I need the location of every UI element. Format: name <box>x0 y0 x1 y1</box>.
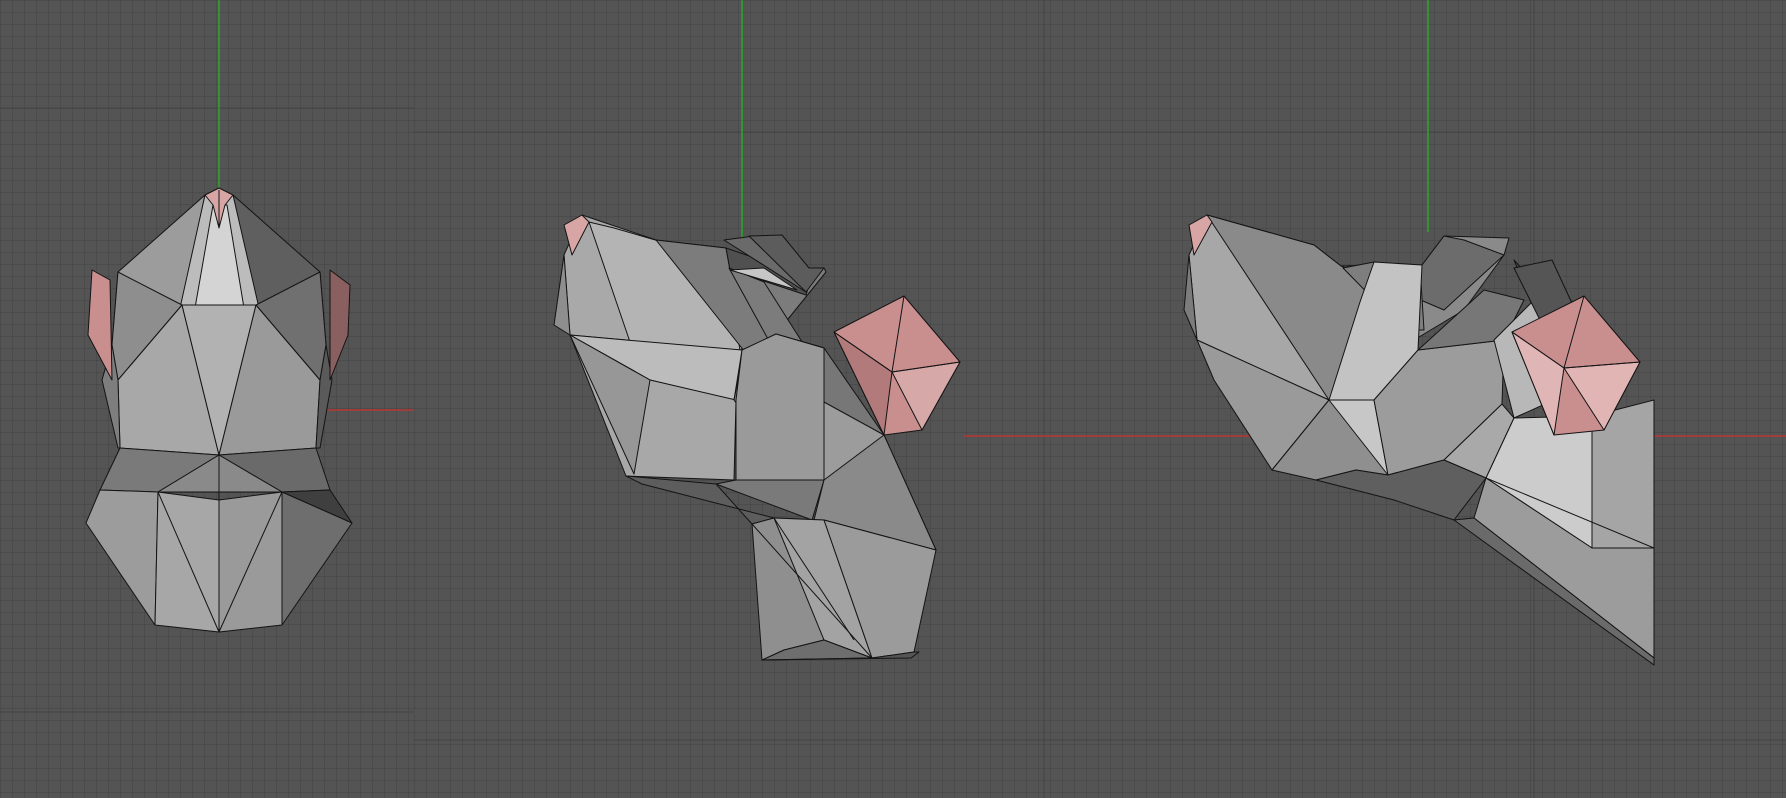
side-viewport-canvas <box>414 0 1786 798</box>
front-viewport-canvas <box>0 0 414 713</box>
viewport-area <box>0 0 1786 798</box>
side-head-mesh-b <box>1183 214 1655 666</box>
front-head-mesh <box>85 187 353 633</box>
front-viewport[interactable] <box>0 0 414 798</box>
side-head-mesh-a <box>553 214 961 661</box>
side-viewport[interactable] <box>414 0 1786 798</box>
